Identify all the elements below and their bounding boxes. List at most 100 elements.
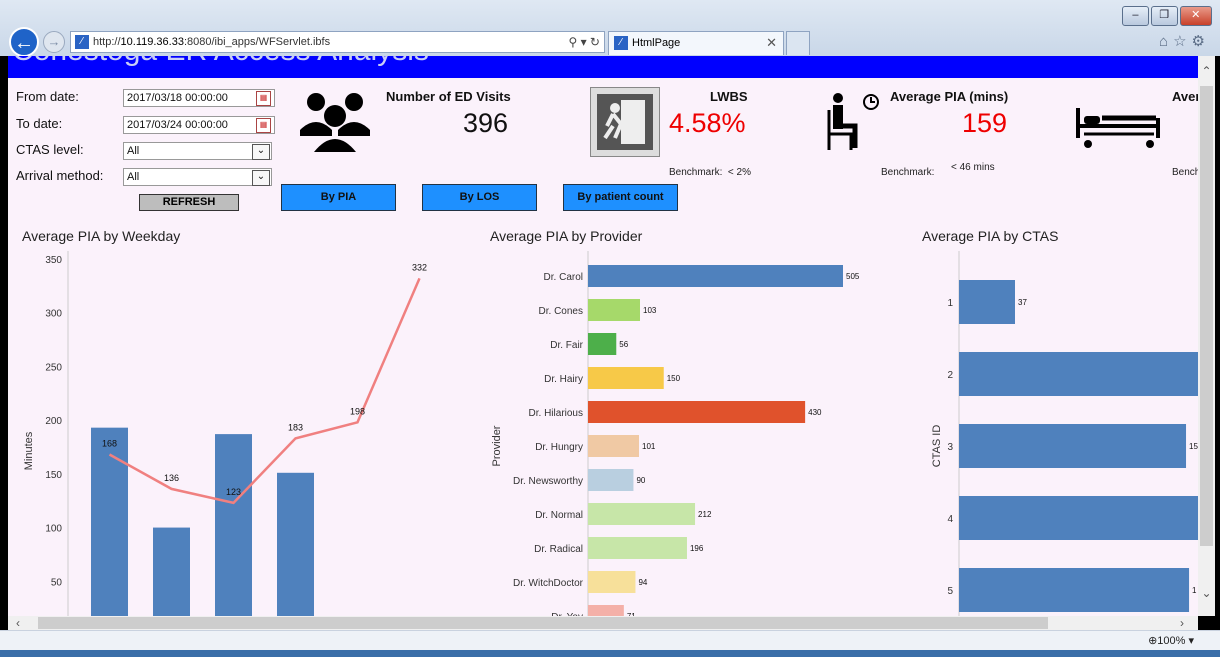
by-patient-count-button[interactable]: By patient count [563,184,678,211]
provider-bar-data-label: 212 [698,510,712,519]
provider-category-label: Dr. Newsworthy [513,476,583,487]
provider-bar-data-label: 505 [846,272,860,281]
close-window-icon[interactable]: ✕ [1179,6,1212,26]
provider-axis-label: Provider [491,425,503,466]
tab-close-icon[interactable]: ✕ [766,32,777,54]
weekday-line-data-label: 198 [350,406,365,416]
provider-category-label: Dr. Fair [550,340,583,351]
refresh-button[interactable]: REFRESH [139,194,239,211]
provider-bar [588,571,636,593]
arrival-method-select[interactable]: All ⌄ [123,168,272,186]
window-controls: – ❐ ✕ [1122,6,1212,26]
zoom-control[interactable]: ⊕100% ▾ [1148,634,1194,647]
zoom-level: 100% [1157,635,1186,647]
provider-bar [588,503,696,525]
lwbs-title: LWBS [710,89,748,104]
scroll-up-icon[interactable]: ⌃ [1198,64,1215,78]
provider-bar [588,367,664,389]
home-icon[interactable]: ⌂ [1159,33,1173,50]
ctas-chart: CTAS ID 1 37 2 3 15 4 5 1 [931,251,1198,616]
scroll-left-icon[interactable]: ‹ [16,616,20,630]
new-tab-button[interactable] [786,31,810,55]
search-refresh-icon[interactable]: ⚲ ▾ ↻ [568,32,600,52]
weekday-y-tick-label: 250 [45,362,62,373]
ctas-category-label: 5 [947,586,953,597]
settings-gear-icon[interactable]: ⚙ [1192,33,1210,50]
weekday-chart: 50 100 150 200 250 300 350 Minutes 168 136 123 183 1… [23,251,427,616]
seated-clock-icon [826,90,882,154]
provider-category-label: Dr. Radical [534,544,583,555]
avg-pia-title: Average PIA (mins) [890,89,1009,104]
scroll-down-icon[interactable]: ⌄ [1198,586,1215,600]
weekday-y-tick-label: 100 [45,524,62,535]
by-pia-button[interactable]: By PIA [281,184,396,211]
avg-pia-benchmark-value: < 46 mins [951,162,995,173]
scroll-right-icon[interactable]: › [1180,616,1184,630]
minimize-icon[interactable]: – [1122,6,1149,26]
tab-title: HtmlPage [632,37,681,49]
provider-category-label: Dr. Hungry [535,442,583,453]
calendar-icon[interactable]: ▦ [256,91,271,106]
lwbs-value: 4.58% [669,108,746,138]
forward-button[interactable]: → [43,31,65,53]
weekday-line-data-label: 168 [102,439,117,449]
by-los-button[interactable]: By LOS [422,184,537,211]
status-bar: ⊕100% ▾ [0,630,1220,651]
chevron-down-icon[interactable]: ⌄ [252,170,270,186]
provider-bar-data-label: 196 [690,544,704,553]
provider-bar [588,333,617,355]
title-banner: Conestoga ER Access Analysis [8,56,1198,78]
from-date-field[interactable]: 2017/03/18 00:00:00 ▦ [123,89,275,107]
calendar-icon[interactable]: ▦ [256,118,271,133]
ctas-bar-data-label: 15 [1189,442,1198,451]
weekday-y-tick-label: 150 [45,470,62,481]
vertical-scroll-thumb[interactable] [1200,86,1213,546]
provider-category-label: Dr. Carol [544,272,583,283]
ed-visits-title: Number of ED Visits [386,89,511,104]
ctas-level-select[interactable]: All ⌄ [123,142,272,160]
to-date-value: 2017/03/24 00:00:00 [127,119,228,131]
taskbar [0,650,1220,657]
provider-category-label: Dr. Hairy [544,374,583,385]
provider-bar [588,537,687,559]
browser-tab[interactable]: ⁄ HtmlPage ✕ [608,31,784,55]
favorites-star-icon[interactable]: ☆ [1173,33,1191,50]
horizontal-scroll-thumb[interactable] [38,617,1048,629]
provider-bar-data-label: 150 [667,374,681,383]
vertical-scrollbar[interactable]: ⌃ ⌄ [1198,56,1215,616]
restore-icon[interactable]: ❐ [1150,6,1178,26]
url-host: 10.119.36.33 [120,36,184,48]
ctas-bar-data-label: 37 [1018,298,1027,307]
weekday-y-tick-label: 50 [51,577,63,588]
ctas-bar [959,496,1198,540]
provider-bar-data-label: 430 [808,408,822,417]
ed-visits-value: 396 [463,108,509,138]
chevron-down-icon[interactable]: ⌄ [252,144,270,160]
address-bar[interactable]: ⁄ http://10.119.36.33:8080/ibi_apps/WFSer… [70,31,605,53]
tab-icon: ⁄ [614,36,628,50]
avg-los-title: Aver [1172,89,1198,104]
avg-pia-benchmark-label: Benchmark: [881,167,935,178]
ctas-bar [959,280,1015,324]
ctas-category-label: 3 [947,442,953,453]
ctas-category-label: 4 [947,514,953,525]
zoom-icon: ⊕ [1148,635,1158,647]
provider-category-label: Dr. Cones [539,306,583,317]
from-date-value: 2017/03/18 00:00:00 [127,92,228,104]
weekday-bar [277,472,314,616]
people-icon [292,86,378,156]
provider-bar [588,299,641,321]
to-date-label: To date: [16,116,63,131]
browser-chrome: – ❐ ✕ ← → ⁄ http://10.119.36.33:8080/ibi_… [0,0,1220,57]
back-button[interactable]: ← [9,27,39,57]
provider-category-label: Dr. WitchDoctor [513,578,584,589]
provider-chart-title: Average PIA by Provider [490,228,643,244]
weekday-line-data-label: 332 [412,262,427,272]
to-date-field[interactable]: 2017/03/24 00:00:00 ▦ [123,116,275,134]
weekday-y-tick-label: 300 [45,309,62,320]
weekday-y-axis-label: Minutes [23,431,35,470]
ctas-level-value: All [127,145,140,157]
horizontal-scrollbar[interactable]: ‹ › [8,616,1198,630]
weekday-chart-title: Average PIA by Weekday [22,228,181,244]
ctas-category-label: 2 [947,370,953,381]
